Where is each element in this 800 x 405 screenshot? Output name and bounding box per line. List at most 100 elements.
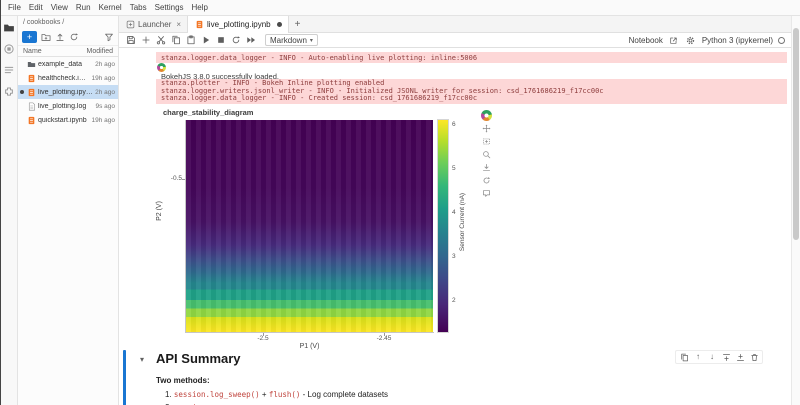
y-tick-label: -0.5 xyxy=(160,175,182,182)
file-row-quickstart[interactable]: quickstart.ipynb 19h ago xyxy=(18,113,118,127)
file-list-headers: Name Modified xyxy=(18,45,118,57)
main-area: Launcher × live_plotting.ipynb + xyxy=(119,16,791,405)
refresh-icon[interactable] xyxy=(68,32,79,43)
filter-files-icon[interactable] xyxy=(103,32,114,43)
file-modified: 19h ago xyxy=(92,117,117,124)
bokeh-toolbar xyxy=(479,110,493,199)
new-launcher-button[interactable]: + xyxy=(22,31,37,43)
save-icon[interactable] xyxy=(125,34,137,46)
bokeh-toolbar-logo-icon[interactable] xyxy=(481,110,492,121)
menu-kernel[interactable]: Kernel xyxy=(95,0,126,16)
new-folder-icon[interactable] xyxy=(40,32,51,43)
insert-cell-above-icon[interactable] xyxy=(721,352,731,362)
insert-cell-icon[interactable] xyxy=(140,34,152,46)
heatmap-canvas[interactable] xyxy=(186,120,433,332)
move-cell-down-icon[interactable]: ↓ xyxy=(707,352,717,362)
save-plot-icon[interactable] xyxy=(481,162,492,173)
restart-run-all-icon[interactable] xyxy=(245,34,257,46)
sort-by-modified-header[interactable]: Modified xyxy=(87,48,113,55)
cell-type-value: Markdown xyxy=(270,36,307,45)
chart-title: charge_stability_diagram xyxy=(163,108,253,117)
move-cell-up-icon[interactable]: ↑ xyxy=(693,352,703,362)
jupyterlab-window: File Edit View Run Kernel Tabs Settings … xyxy=(0,0,800,405)
menu-edit[interactable]: Edit xyxy=(25,0,47,16)
markdown-cell[interactable]: ▾ API Summary ↑ ↓ xyxy=(119,349,791,405)
hover-tool-icon[interactable] xyxy=(481,188,492,199)
bokeh-figure: charge_stability_diagram P2 (V) -0.5 -2.… xyxy=(156,106,508,352)
cell-toolbar: ↑ ↓ xyxy=(675,350,763,364)
x-tick-label: -2.45 xyxy=(372,335,396,342)
stderr-output-2: stanza.plotter - INFO - Bokeh Inline plo… xyxy=(156,79,787,104)
file-modified: 9s ago xyxy=(95,103,116,110)
open-in-new-icon[interactable] xyxy=(668,34,680,46)
tab-bar: Launcher × live_plotting.ipynb + xyxy=(119,16,791,33)
scrollbar-thumb[interactable] xyxy=(793,28,799,240)
kernel-name[interactable]: Python 3 (ipykernel) xyxy=(702,36,773,45)
toolbar-right: Notebook Python 3 (ipykernel) xyxy=(629,34,785,46)
section-heading: API Summary xyxy=(156,351,241,366)
tab-live-plotting-ipynb[interactable]: live_plotting.ipynb xyxy=(188,16,289,33)
file-modified: 19h ago xyxy=(92,75,117,82)
cell-type-dropdown[interactable]: Markdown ▾ xyxy=(265,34,318,46)
menu-file[interactable]: File xyxy=(4,0,25,16)
close-tab-icon[interactable]: × xyxy=(176,20,181,29)
extensions-icon[interactable] xyxy=(3,85,15,97)
list-text: + xyxy=(260,390,269,399)
file-name: live_plotting.log xyxy=(38,103,93,110)
file-browser-icon[interactable] xyxy=(3,22,15,34)
file-browser-toolbar: + xyxy=(18,29,118,45)
scrollbar[interactable] xyxy=(791,16,800,405)
file-row-healthcheck[interactable]: healthcheck.ipynb 19h ago xyxy=(18,71,118,85)
upload-icon[interactable] xyxy=(54,32,65,43)
duplicate-cell-icon[interactable] xyxy=(679,352,689,362)
new-tab-button[interactable]: + xyxy=(289,16,307,32)
restart-kernel-icon[interactable] xyxy=(230,34,242,46)
running-sessions-icon[interactable] xyxy=(3,43,15,55)
interrupt-kernel-icon[interactable] xyxy=(215,34,227,46)
copy-icon[interactable] xyxy=(170,34,182,46)
insert-cell-below-icon[interactable] xyxy=(735,352,745,362)
file-modified: 2h ago xyxy=(95,61,116,68)
list-number: 1. xyxy=(165,390,172,399)
kernel-dot-placeholder xyxy=(20,62,24,66)
colorbar-tick-label: 2 xyxy=(452,297,464,304)
delete-cell-icon[interactable] xyxy=(749,352,759,362)
menu-bar: File Edit View Run Kernel Tabs Settings … xyxy=(1,0,800,16)
file-name: quickstart.ipynb xyxy=(38,117,90,124)
file-row-example-data[interactable]: example_data 2h ago xyxy=(18,57,118,71)
colorbar-tick-label: 6 xyxy=(452,121,464,128)
log-line: stanza.logger.data_logger - INFO - Auto-… xyxy=(161,54,477,62)
notebook-mode-label[interactable]: Notebook xyxy=(629,36,663,45)
log-line: stanza.logger.data_logger - INFO - Creat… xyxy=(161,95,782,103)
paste-icon[interactable] xyxy=(185,34,197,46)
collapse-heading-icon[interactable]: ▾ xyxy=(140,355,144,364)
colorbar xyxy=(438,120,448,332)
active-cell-indicator xyxy=(123,350,126,405)
tab-label: Launcher xyxy=(138,20,171,29)
menu-tabs[interactable]: Tabs xyxy=(126,0,151,16)
kernel-status-icon[interactable] xyxy=(778,37,785,44)
sort-by-name-header[interactable]: Name xyxy=(23,48,87,55)
reset-plot-icon[interactable] xyxy=(481,175,492,186)
menu-settings[interactable]: Settings xyxy=(151,0,188,16)
file-row-live-plotting-log[interactable]: live_plotting.log 9s ago xyxy=(18,99,118,113)
pan-tool-icon[interactable] xyxy=(481,123,492,134)
notebook-toolbar: Markdown ▾ Notebook Python 3 (ipykernel) xyxy=(119,33,791,48)
menu-help[interactable]: Help xyxy=(188,0,212,16)
run-icon[interactable] xyxy=(200,34,212,46)
cut-icon[interactable] xyxy=(155,34,167,46)
list-item: 1. session.log_sweep() + flush() - Log c… xyxy=(165,390,388,399)
gear-icon[interactable] xyxy=(685,34,697,46)
wheel-zoom-tool-icon[interactable] xyxy=(481,149,492,160)
breadcrumb[interactable]: / cookbooks / xyxy=(18,16,118,29)
table-of-contents-icon[interactable] xyxy=(3,64,15,76)
inline-code: session.log_sweep() xyxy=(174,390,260,399)
colorbar-axis-label: Sensor Current (nA) xyxy=(459,177,467,267)
menu-view[interactable]: View xyxy=(47,0,72,16)
file-row-live-plotting-ipynb[interactable]: live_plotting.ipynb 2h ago xyxy=(18,85,118,99)
box-zoom-tool-icon[interactable] xyxy=(481,136,492,147)
unsaved-changes-dot[interactable] xyxy=(277,22,282,27)
colorbar-tick-label: 5 xyxy=(452,165,464,172)
menu-run[interactable]: Run xyxy=(72,0,95,16)
tab-launcher[interactable]: Launcher × xyxy=(119,16,188,32)
